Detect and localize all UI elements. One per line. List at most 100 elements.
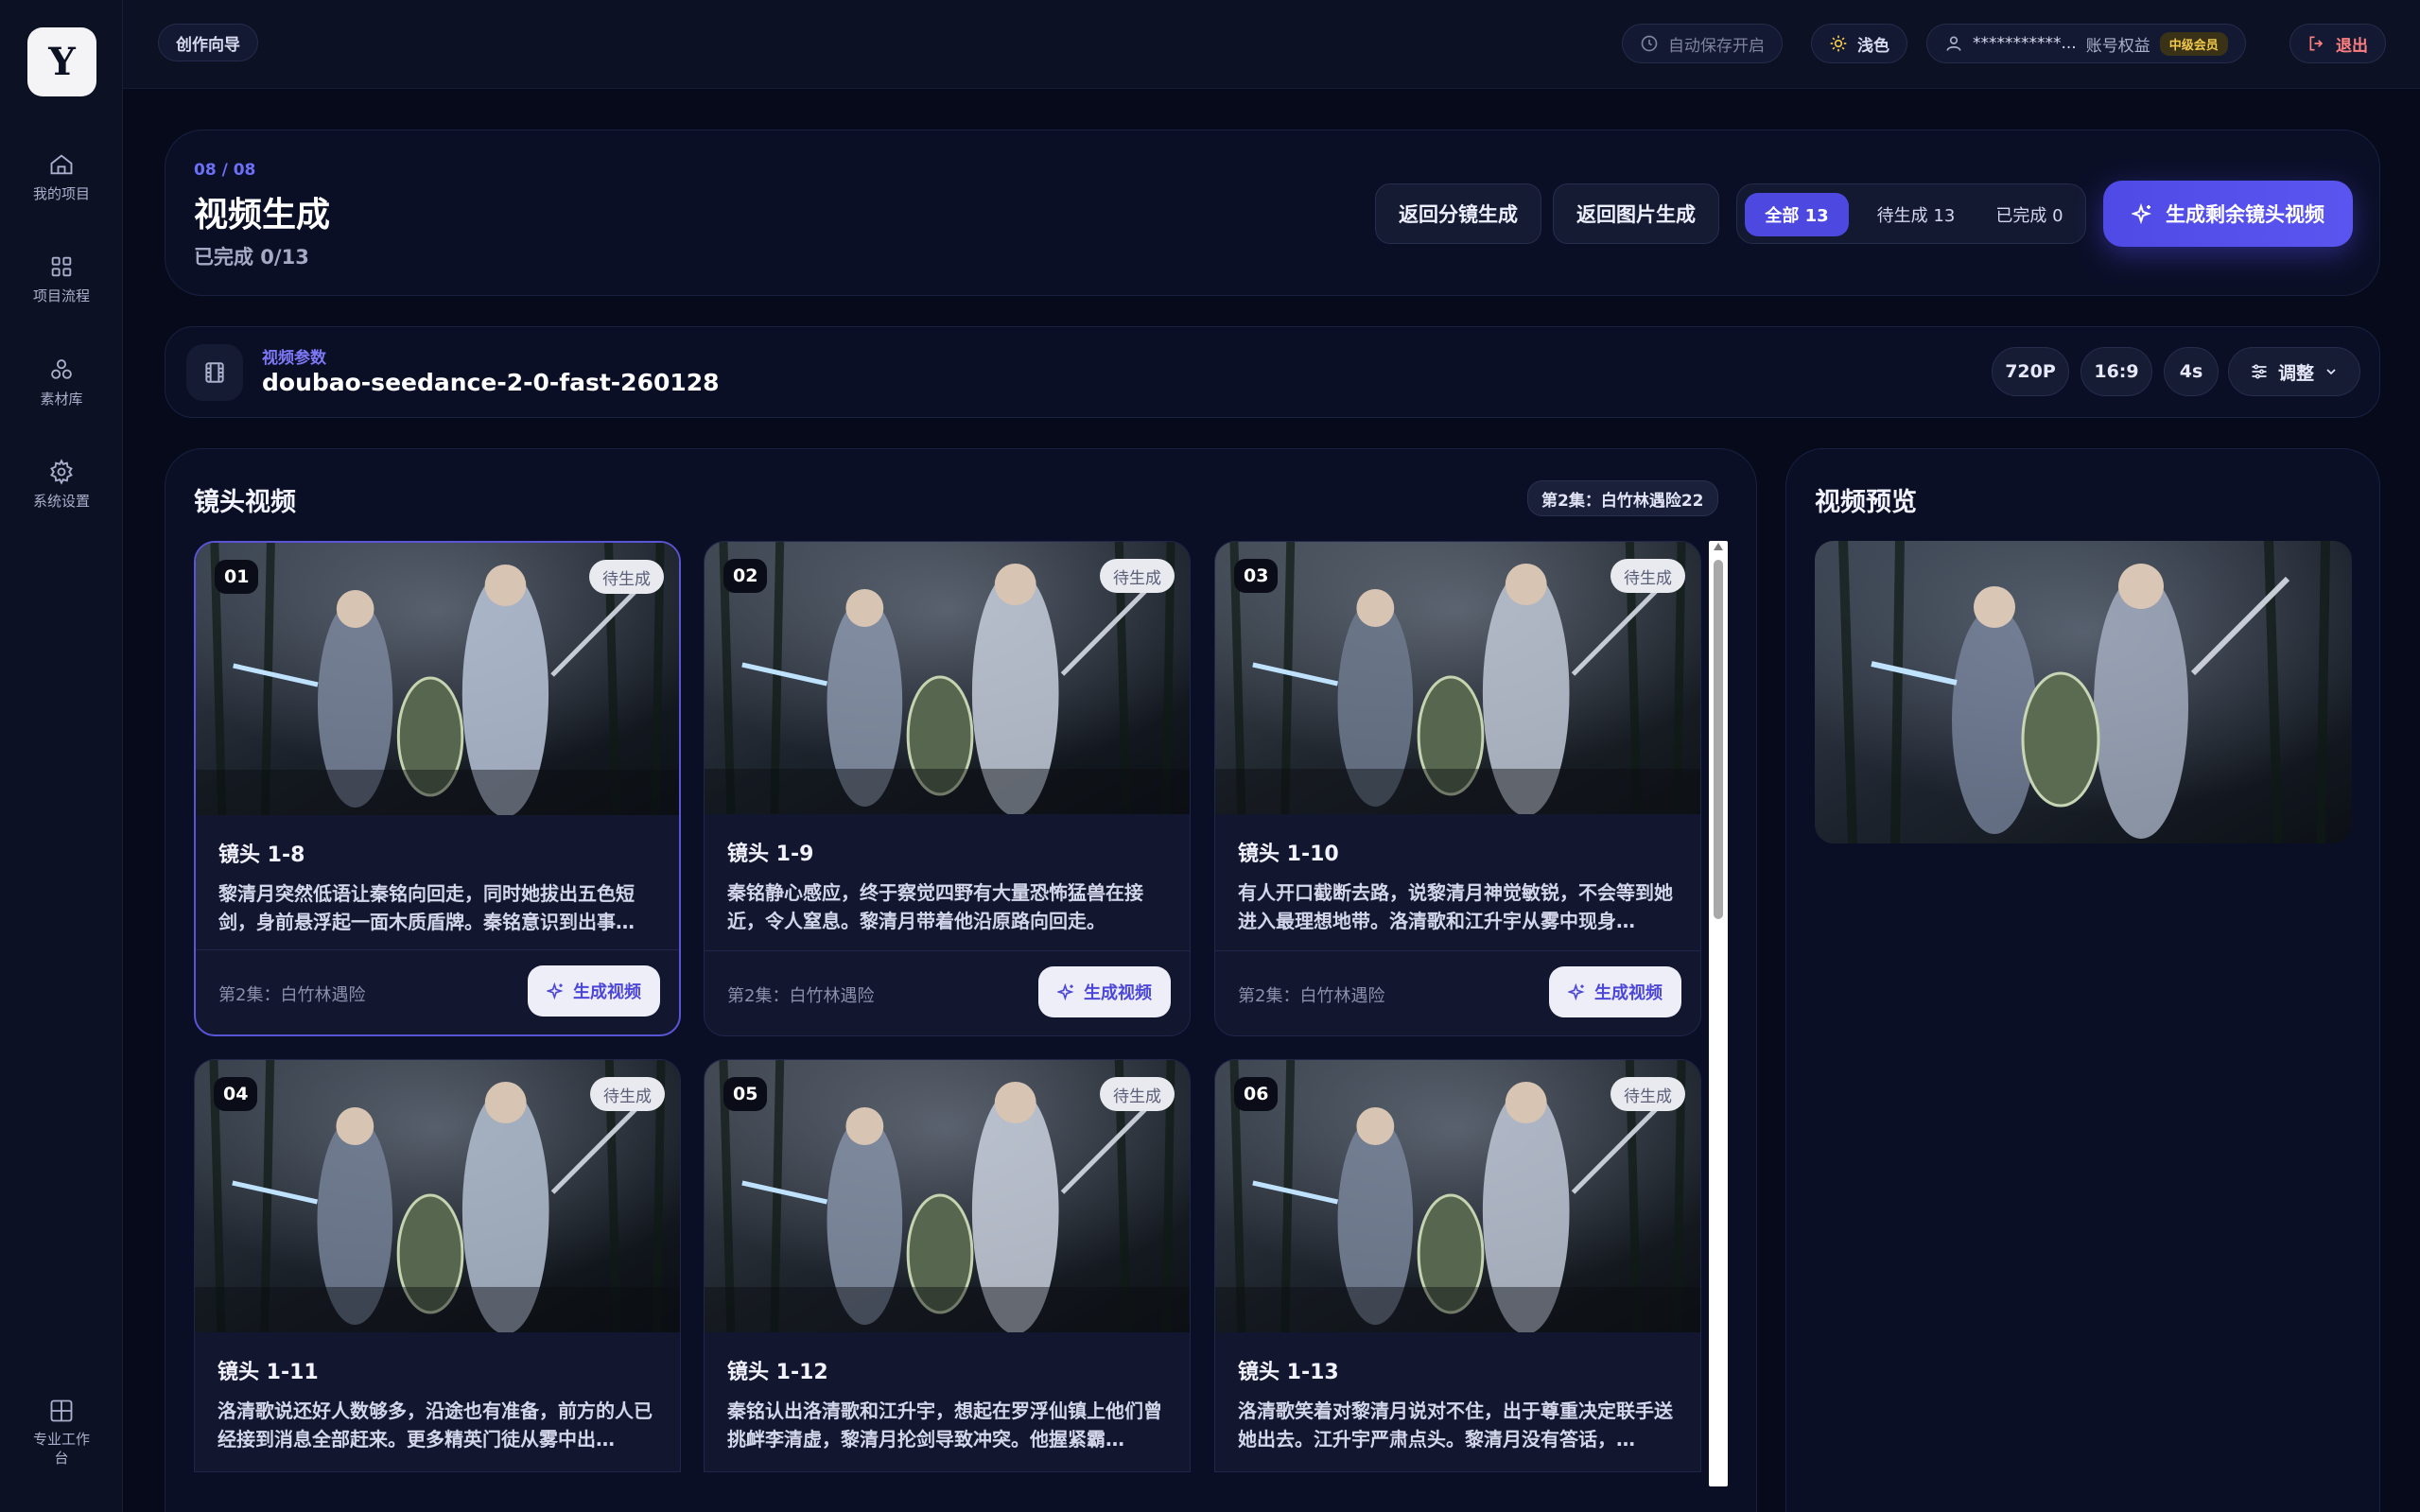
chevron-down-icon <box>2326 369 2336 375</box>
shot-card[interactable]: 05 待生成 镜头 1-12 秦铭认出洛清歌和江升宇，想起在罗浮仙镇上他们曾挑衅… <box>704 1059 1191 1472</box>
member-badge: 中级会员 <box>2159 31 2228 56</box>
adjust-label: 调整 <box>2277 362 2314 384</box>
sliders-icon <box>2252 364 2267 379</box>
user-icon <box>1946 36 1961 51</box>
params-label: 视频参数 <box>262 349 326 368</box>
generate-all-button[interactable]: 生成剩余镜头视频 <box>2103 181 2353 247</box>
shot-card-footer: 第2集：白竹林遇险 生成视频 <box>1215 950 1700 1035</box>
sidebar-item-label: 系统设置 <box>32 493 90 510</box>
sparkle-icon <box>1568 982 1585 1001</box>
shot-title: 镜头 1-13 <box>1238 1361 1339 1384</box>
sidebar-item-label: 专业工作台 <box>32 1431 90 1467</box>
status-badge: 待生成 <box>1610 1077 1685 1111</box>
account-menu[interactable]: ***********... 账号权益 中级会员 <box>1926 24 2246 63</box>
step-indicator: 08 / 08 <box>194 161 256 180</box>
shot-description: 秦铭认出洛清歌和江升宇，想起在罗浮仙镇上他们曾挑衅李清虚，黎清月抡剑导致冲突。他… <box>727 1399 1162 1451</box>
sun-icon <box>1830 35 1847 52</box>
status-badge: 待生成 <box>590 1077 665 1111</box>
sidebar-item-my-projects[interactable]: 我的项目 <box>0 151 123 203</box>
wizard-label: 创作向导 <box>176 35 240 55</box>
video-params-bar: 视频参数 doubao-seedance-2-0-fast-260128 720… <box>165 326 2380 418</box>
shot-title: 镜头 1-9 <box>727 843 814 866</box>
filter-segmented-control: 全部 13 待生成 13 已完成 0 <box>1736 183 2086 244</box>
shot-thumbnail[interactable]: 02 待生成 <box>705 542 1190 814</box>
status-badge: 待生成 <box>1100 559 1175 593</box>
shot-thumbnail[interactable]: 01 待生成 <box>196 543 679 815</box>
shot-thumbnail[interactable]: 06 待生成 <box>1215 1060 1700 1332</box>
app-logo[interactable]: Y <box>27 27 96 96</box>
sparkle-icon <box>1057 982 1074 1001</box>
autosave-indicator: 自动保存开启 <box>1622 24 1783 63</box>
duration-chip[interactable]: 4s <box>2164 347 2219 396</box>
adjust-button[interactable]: 调整 <box>2228 347 2360 396</box>
sidebar-item-settings[interactable]: 系统设置 <box>0 459 123 511</box>
top-bar: 创作向导 自动保存开启 浅色 ***********... 账号权益 中级会员 … <box>123 0 2420 89</box>
shot-number: 04 <box>214 1077 258 1111</box>
generate-video-button[interactable]: 生成视频 <box>1549 966 1681 1017</box>
theme-toggle[interactable]: 浅色 <box>1811 24 1907 63</box>
shot-number: 01 <box>215 560 259 594</box>
account-name: ***********... <box>1973 34 2077 53</box>
sparkle-icon <box>2132 202 2152 225</box>
logout-icon <box>2309 36 2324 51</box>
generate-video-button[interactable]: 生成视频 <box>1038 966 1171 1017</box>
generate-video-button[interactable]: 生成视频 <box>528 965 660 1017</box>
account-rights: 账号权益 <box>2085 36 2150 56</box>
sidebar-item-label: 项目流程 <box>32 287 90 304</box>
generate-video-label: 生成视频 <box>573 982 641 1002</box>
autosave-label: 自动保存开启 <box>1668 36 1765 56</box>
shot-episode: 第2集：白竹林遇险 <box>218 985 366 1005</box>
filter-all[interactable]: 全部 13 <box>1745 193 1849 236</box>
logout-label: 退出 <box>2336 36 2368 56</box>
shot-episode: 第2集：白竹林遇险 <box>1238 986 1385 1006</box>
shot-card[interactable]: 03 待生成 镜头 1-10 有人开口截断去路，说黎清月神觉敏锐，不会等到她进入… <box>1214 541 1701 1036</box>
home-icon <box>50 154 73 175</box>
shot-card[interactable]: 01 待生成 镜头 1-8 黎清月突然低语让秦铭向回走，同时她拔出五色短剑，身前… <box>194 541 681 1036</box>
clock-icon <box>1641 35 1658 52</box>
ratio-chip[interactable]: 16:9 <box>2081 347 2152 396</box>
back-storyboard-button[interactable]: 返回分镜生成 <box>1375 183 1541 244</box>
shot-description: 秦铭静心感应，终于察觉四野有大量恐怖猛兽在接近，令人窒息。黎清月带着他沿原路向回… <box>727 881 1143 932</box>
status-badge: 待生成 <box>1100 1077 1175 1111</box>
cluster-icon <box>51 359 72 379</box>
back-image-button[interactable]: 返回图片生成 <box>1553 183 1719 244</box>
logout-button[interactable]: 退出 <box>2289 24 2386 63</box>
shot-title: 镜头 1-12 <box>727 1361 828 1384</box>
shot-episode: 第2集：白竹林遇险 <box>727 986 875 1006</box>
filter-done[interactable]: 已完成 0 <box>1979 193 2080 236</box>
shots-title: 镜头视频 <box>194 488 296 517</box>
shot-card[interactable]: 04 待生成 镜头 1-11 洛清歌说还好人数够多，沿途也有准备，前方的人已经接… <box>194 1059 681 1472</box>
resolution-chip[interactable]: 720P <box>1992 347 2069 396</box>
shot-number: 06 <box>1234 1077 1279 1111</box>
progress-text: 已完成 0/13 <box>194 246 309 269</box>
sidebar-item-workbench[interactable]: 专业工作台 <box>0 1398 123 1468</box>
preview-video[interactable] <box>1815 541 2352 843</box>
status-badge: 待生成 <box>1610 559 1685 593</box>
wizard-button[interactable]: 创作向导 <box>158 24 258 61</box>
shot-description: 洛清歌说还好人数够多，沿途也有准备，前方的人已经接到消息全部赶来。更多精英门徒从… <box>218 1399 653 1451</box>
shot-description: 黎清月突然低语让秦铭向回走，同时她拔出五色短剑，身前悬浮起一面木质盾牌。秦铭意识… <box>218 882 635 933</box>
sidebar-item-assets[interactable]: 素材库 <box>0 356 123 408</box>
sidebar: Y 我的项目 项目流程 素材库 系统设置 专业工作台 <box>0 0 123 1512</box>
shot-card-footer: 第2集：白竹林遇险 生成视频 <box>705 950 1190 1035</box>
shot-card[interactable]: 06 待生成 镜头 1-13 洛清歌笑着对黎清月说对不住，出于尊重决定联手送她出… <box>1214 1059 1701 1472</box>
shot-card[interactable]: 02 待生成 镜头 1-9 秦铭静心感应，终于察觉四野有大量恐怖猛兽在接近，令人… <box>704 541 1191 1036</box>
shot-number: 05 <box>723 1077 768 1111</box>
sparkle-icon <box>547 982 564 1000</box>
sidebar-item-project-flow[interactable]: 项目流程 <box>0 253 123 305</box>
filter-pending[interactable]: 待生成 13 <box>1856 193 1976 236</box>
shot-card-footer: 第2集：白竹林遇险 生成视频 <box>196 949 679 1034</box>
shot-description: 有人开口截断去路，说黎清月神觉敏锐，不会等到她进入最理想地带。洛清歌和江升宇从雾… <box>1238 881 1673 932</box>
generate-video-label: 生成视频 <box>1594 983 1663 1003</box>
preview-title: 视频预览 <box>1815 488 1917 517</box>
gear-icon <box>50 459 73 485</box>
model-name: doubao-seedance-2-0-fast-260128 <box>262 369 720 396</box>
generate-all-label: 生成剩余镜头视频 <box>2166 203 2324 226</box>
sidebar-item-label: 素材库 <box>40 391 83 408</box>
page-title: 视频生成 <box>194 196 331 235</box>
grid-icon <box>51 256 72 277</box>
shot-thumbnail[interactable]: 04 待生成 <box>195 1060 680 1332</box>
shot-thumbnail[interactable]: 05 待生成 <box>705 1060 1190 1332</box>
shot-thumbnail[interactable]: 03 待生成 <box>1215 542 1700 814</box>
shots-scrollbar[interactable] <box>1709 541 1728 1486</box>
